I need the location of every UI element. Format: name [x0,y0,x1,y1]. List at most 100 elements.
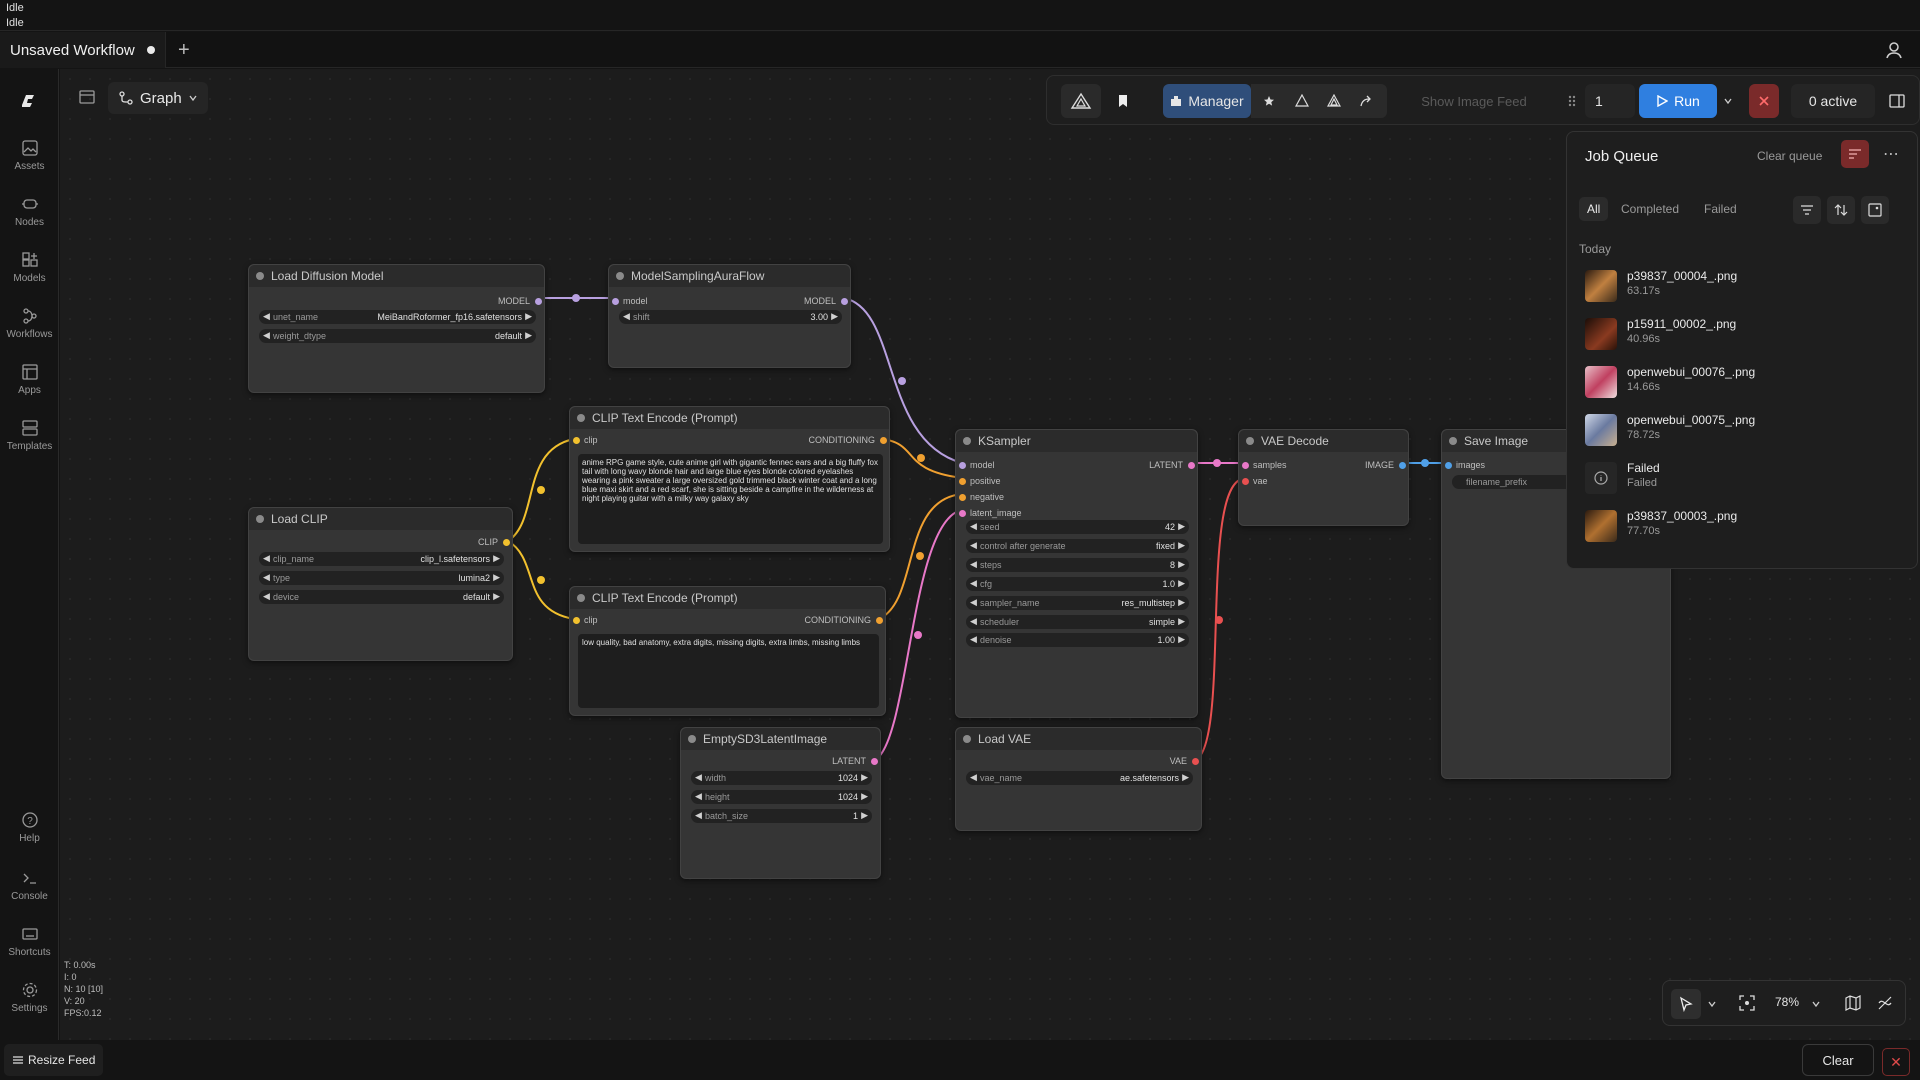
logo-button[interactable] [1061,84,1101,118]
sidebar-item-nodes[interactable]: Nodes [0,195,59,228]
filter-tab-completed[interactable]: Completed [1621,202,1679,216]
sidebar-item-console[interactable]: Console [0,869,59,902]
queue-item-failed[interactable]: Failed Failed [1585,458,1905,498]
select-tool-button[interactable] [1671,989,1701,1019]
slot-dot-clip[interactable] [573,617,580,624]
queue-item[interactable]: openwebui_00076_.png 14.66s [1585,362,1905,402]
sidebar-item-help[interactable]: ? Help [0,811,59,844]
right-panel-toggle[interactable] [1883,84,1911,118]
sort-button[interactable] [1827,196,1855,224]
widget-type[interactable]: ◀ type lumina2 ▶ [259,571,504,585]
panel-toggle-icon[interactable] [78,88,96,106]
sidebar-item-models[interactable]: Models [0,251,59,284]
node-load-diffusion-model[interactable]: Load Diffusion Model MODEL ◀ unet_name Mei… [248,264,545,393]
slot-dot-image-out[interactable] [1399,462,1406,469]
widget-sampler-name[interactable]: ◀ sampler_name res_multistep ▶ [966,596,1189,610]
slot-dot-model-out[interactable] [841,298,848,305]
manager-button[interactable]: Manager [1163,84,1251,118]
slot-dot-latent-out[interactable] [1188,462,1195,469]
widget-width[interactable]: ◀ width 1024 ▶ [691,771,872,785]
node-clip-text-encode-positive[interactable]: CLIP Text Encode (Prompt) clip CONDITION… [569,406,890,552]
sidebar-item-apps[interactable]: Apps [0,363,59,396]
slot-dot-samples[interactable] [1242,462,1249,469]
show-image-feed-button[interactable]: Show Image Feed [1399,84,1549,118]
filter-tab-failed[interactable]: Failed [1704,202,1737,216]
widget-clip-name[interactable]: ◀ clip_name clip_l.safetensors ▶ [259,552,504,566]
tab-unsaved-workflow[interactable]: Unsaved Workflow [0,32,166,68]
sidebar-item-shortcuts[interactable]: Shortcuts [0,925,59,958]
node-load-clip[interactable]: Load CLIP CLIP ◀ clip_name clip_l.safetens… [248,507,513,661]
filter-button[interactable] [1793,196,1821,224]
node-ksampler[interactable]: KSampler model positive negative latent_… [955,429,1198,718]
sidebar-item-assets[interactable]: Assets [0,139,59,172]
queue-item[interactable]: p39837_00003_.png 77.70s [1585,506,1905,546]
comfy-logo-icon[interactable] [18,91,42,111]
queue-item[interactable]: p15911_00002_.png 40.96s [1585,314,1905,354]
bookmark-button[interactable] [1109,84,1137,118]
close-feed-button[interactable]: ✕ [1882,1048,1910,1076]
filter-tab-all[interactable]: All [1579,197,1609,221]
chevron-down-icon[interactable] [1707,999,1717,1009]
slot-dot-vae[interactable] [1192,758,1199,765]
model-icon[interactable] [1327,94,1341,108]
queue-item[interactable]: openwebui_00075_.png 78.72s [1585,410,1905,450]
graph-mode-dropdown[interactable]: Graph [108,82,208,114]
widget-shift[interactable]: ◀ shift 3.00 ▶ [619,310,842,324]
more-options-icon[interactable]: ⋯ [1883,144,1899,164]
queue-item[interactable]: p39837_00004_.png 63.17s [1585,266,1905,306]
slot-dot-conditioning[interactable] [880,437,887,444]
active-queue-button[interactable]: 0 active [1791,84,1875,118]
gallery-button[interactable] [1861,196,1889,224]
drag-handle-icon[interactable] [1567,94,1577,108]
share-icon[interactable] [1359,94,1373,108]
slot-dot-latent-image[interactable] [959,510,966,517]
node-empty-sd3-latent-image[interactable]: EmptySD3LatentImage LATENT ◀ width 1024 ▶ ◀… [680,727,881,879]
widget-scheduler[interactable]: ◀ scheduler simple ▶ [966,615,1189,629]
user-icon[interactable] [1884,40,1904,60]
sidebar-item-templates[interactable]: Templates [0,419,59,452]
stack-icon[interactable] [1295,94,1309,108]
negative-prompt-textarea[interactable]: low quality, bad anatomy, extra digits, … [578,634,879,708]
resize-feed-button[interactable]: Resize Feed [4,1044,104,1076]
minimap-icon[interactable] [1845,995,1861,1011]
slot-dot-clip[interactable] [573,437,580,444]
widget-cfg[interactable]: ◀ cfg 1.0 ▶ [966,577,1189,591]
clear-queue-label[interactable]: Clear queue [1757,149,1822,163]
widget-height[interactable]: ◀ height 1024 ▶ [691,790,872,804]
cancel-run-button[interactable] [1749,84,1779,118]
slot-dot-images[interactable] [1445,462,1452,469]
slot-dot-positive[interactable] [959,478,966,485]
sidebar-item-workflows[interactable]: Workflows [0,307,59,340]
chevron-down-icon[interactable] [1811,999,1821,1009]
zoom-level[interactable]: 78% [1775,995,1799,1009]
node-vae-decode[interactable]: VAE Decode samples vae IMAGE [1238,429,1409,526]
hide-links-icon[interactable] [1877,995,1893,1011]
clear-queue-button[interactable] [1841,140,1869,168]
widget-device[interactable]: ◀ device default ▶ [259,590,504,604]
slot-dot-model[interactable] [959,462,966,469]
slot-dot-clip-out[interactable] [503,539,510,546]
widget-control-after-generate[interactable]: ◀ control after generate fixed ▶ [966,539,1189,553]
add-tab-button[interactable]: + [178,40,190,60]
widget-steps[interactable]: ◀ steps 8 ▶ [966,558,1189,572]
widget-unet-name[interactable]: ◀ unet_name MeiBandRoformer_fp16.safetenso… [259,310,536,324]
slot-dot-model-in[interactable] [612,298,619,305]
node-load-vae[interactable]: Load VAE VAE ◀ vae_name ae.safetensors ▶ [955,727,1202,831]
sidebar-item-settings[interactable]: Settings [0,981,59,1014]
slot-dot-vae[interactable] [1242,478,1249,485]
slot-dot-latent[interactable] [871,758,878,765]
slot-dot-conditioning[interactable] [876,617,883,624]
node-clip-text-encode-negative[interactable]: CLIP Text Encode (Prompt) clip CONDITION… [569,586,886,716]
node-model-sampling-auraflow[interactable]: ModelSamplingAuraFlow model MODEL ◀ shift… [608,264,851,368]
widget-batch-size[interactable]: ◀ batch_size 1 ▶ [691,809,872,823]
widget-denoise[interactable]: ◀ denoise 1.00 ▶ [966,633,1189,647]
run-button[interactable]: Run [1639,84,1717,118]
star-icon[interactable] [1263,95,1275,107]
fit-view-icon[interactable] [1739,995,1755,1011]
slot-dot-model[interactable] [535,298,542,305]
batch-count-stepper[interactable]: 1 [1585,84,1635,118]
slot-dot-negative[interactable] [959,494,966,501]
widget-seed[interactable]: ◀ seed 42 ▶ [966,520,1189,534]
run-options-button[interactable] [1719,84,1737,118]
clear-feed-button[interactable]: Clear [1802,1044,1874,1076]
